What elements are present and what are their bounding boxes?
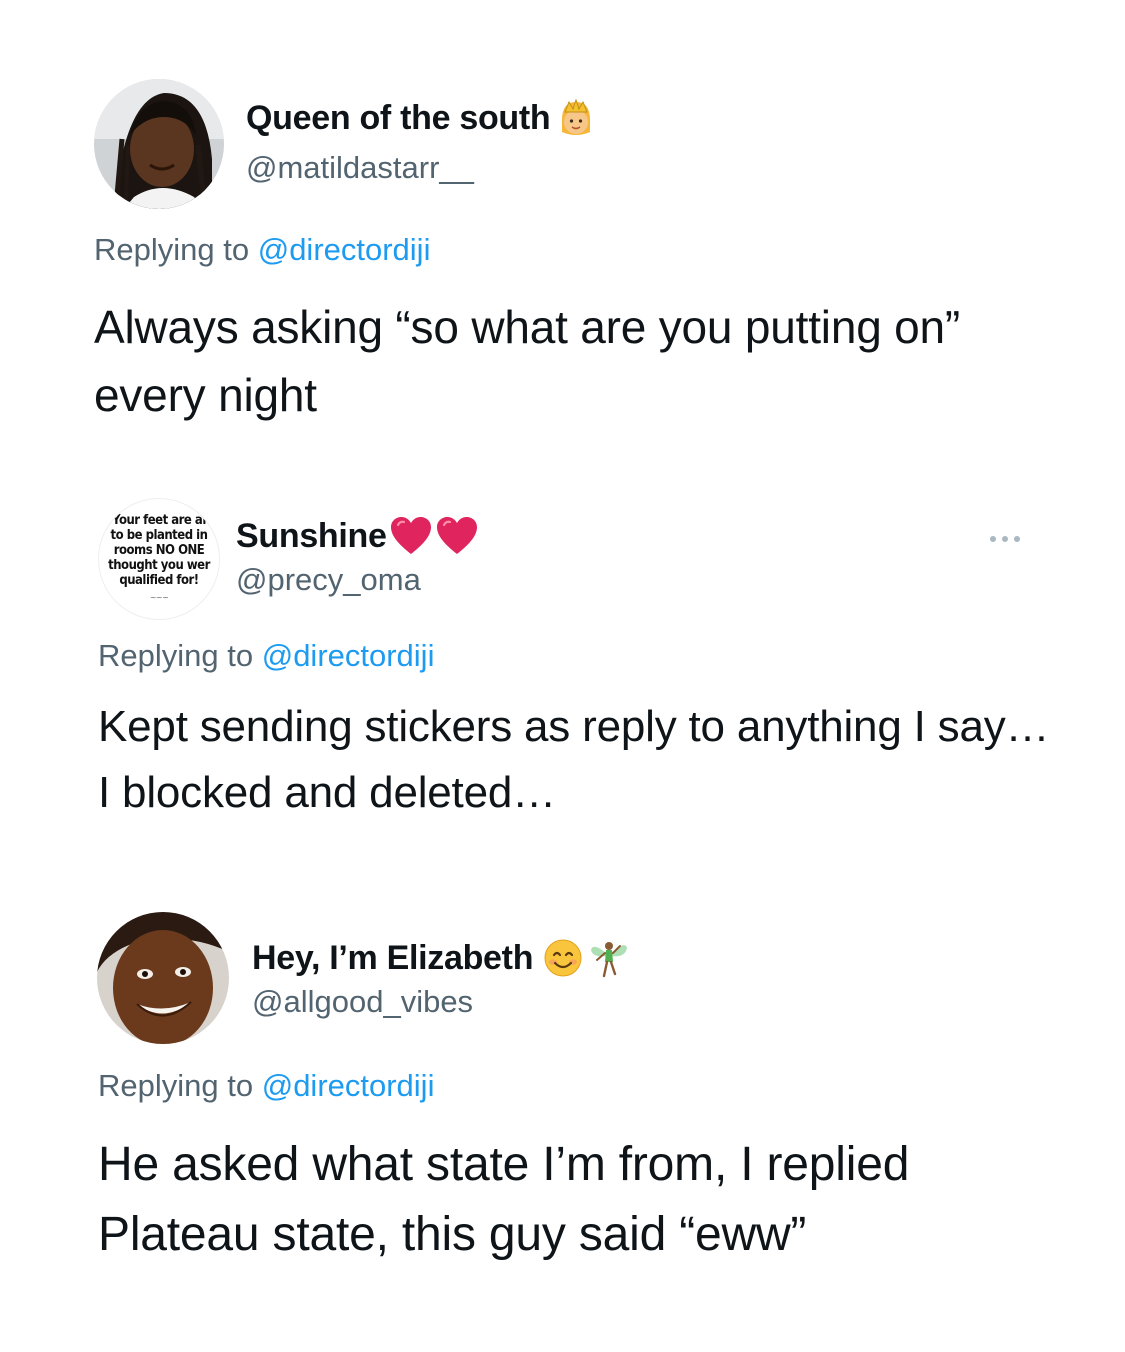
user-handle[interactable]: @matildastarr__	[246, 150, 474, 186]
user-handle[interactable]: @allgood_vibes	[252, 984, 473, 1020]
mention-link[interactable]: @directordiji	[258, 232, 431, 267]
display-name-row: Sunshine	[236, 516, 479, 556]
avatar[interactable]	[97, 912, 229, 1044]
avatar-quote-line: rooms NO ONE	[113, 543, 205, 558]
avatar[interactable]: Your feet are al to be planted in rooms …	[98, 498, 220, 620]
replying-to: Replying to @directordiji	[98, 1068, 434, 1104]
more-options-icon[interactable]	[990, 536, 1020, 542]
display-name-row: Queen of the south	[246, 98, 596, 138]
red-heart-icon	[435, 516, 479, 556]
avatar-quote-line: thought you wer	[108, 558, 210, 573]
avatar-signature-icon: ~~~	[149, 593, 169, 602]
tweet-text: Always asking “so what are you putting o…	[94, 301, 961, 421]
replying-to: Replying to @directordiji	[94, 232, 430, 268]
avatar-quote-line: qualified for!	[119, 573, 199, 588]
red-heart-icon	[389, 516, 433, 556]
tweet-2: Your feet are al to be planted in rooms …	[0, 460, 1125, 880]
tweet-text: Kept sending stickers as reply to anythi…	[98, 702, 1050, 817]
tweet-3: Hey, I’m Elizabeth @allgood_vibes Replyi…	[0, 880, 1125, 1352]
user-handle[interactable]: @precy_oma	[236, 562, 421, 598]
display-name[interactable]: Sunshine	[236, 517, 387, 556]
replying-to: Replying to @directordiji	[98, 638, 434, 674]
tweet-1: Queen of the south @matildastarr__ Reply…	[0, 0, 1125, 460]
replying-to-label: Replying to	[98, 1068, 262, 1103]
avatar-quote-line: to be planted in	[110, 528, 208, 543]
display-name[interactable]: Hey, I’m Elizabeth	[252, 939, 533, 978]
display-name[interactable]: Queen of the south	[246, 99, 551, 138]
display-name-row: Hey, I’m Elizabeth	[252, 936, 631, 980]
dot	[1002, 536, 1008, 542]
fairy-icon	[587, 936, 631, 980]
replying-to-label: Replying to	[98, 638, 262, 673]
smiling-face-icon	[543, 938, 583, 978]
replying-to-label: Replying to	[94, 232, 258, 267]
avatar[interactable]	[94, 79, 224, 209]
tweet-text: He asked what state I’m from, I replied …	[98, 1138, 910, 1261]
mention-link[interactable]: @directordiji	[262, 638, 435, 673]
princess-emoji	[556, 98, 596, 138]
dot	[1014, 536, 1020, 542]
dot	[990, 536, 996, 542]
mention-link[interactable]: @directordiji	[262, 1068, 435, 1103]
avatar-quote-line: Your feet are al	[112, 513, 206, 528]
